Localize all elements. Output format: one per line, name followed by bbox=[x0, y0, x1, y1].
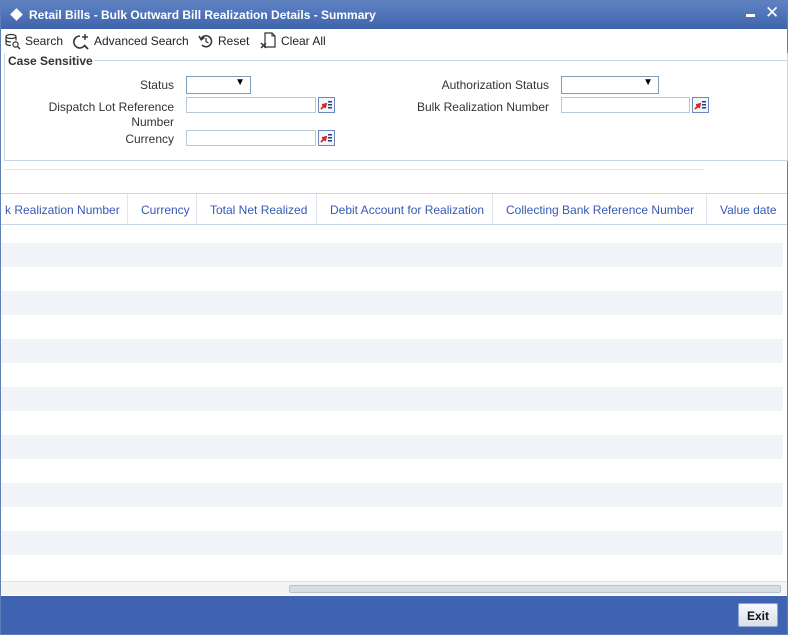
reset-button[interactable]: Reset bbox=[198, 32, 249, 50]
column-total-net-realized[interactable]: Total Net Realized bbox=[210, 203, 307, 217]
search-button[interactable]: Search bbox=[4, 32, 63, 50]
scrollbar-thumb[interactable] bbox=[289, 585, 781, 593]
diamond-icon bbox=[10, 8, 23, 21]
search-database-icon bbox=[5, 33, 21, 49]
legend-divider bbox=[95, 60, 788, 61]
table-row[interactable] bbox=[1, 435, 783, 459]
column-collecting-bank-reference[interactable]: Collecting Bank Reference Number bbox=[506, 203, 694, 217]
authorization-status-select[interactable]: ▼ bbox=[561, 76, 659, 94]
table-row[interactable] bbox=[1, 531, 783, 555]
advanced-search-button[interactable]: Advanced Search bbox=[72, 32, 189, 50]
table-row[interactable] bbox=[1, 387, 783, 411]
chevron-down-icon: ▼ bbox=[235, 77, 245, 88]
column-divider bbox=[706, 194, 707, 224]
case-sensitive-legend: Case Sensitive bbox=[8, 54, 93, 68]
title-bar: Retail Bills - Bulk Outward Bill Realiza… bbox=[1, 1, 787, 29]
table-row[interactable] bbox=[1, 243, 783, 267]
reset-icon bbox=[198, 35, 213, 48]
list-of-values-icon bbox=[694, 101, 706, 110]
dispatch-lov-button[interactable] bbox=[318, 97, 335, 113]
advanced-search-label: Advanced Search bbox=[94, 34, 189, 48]
column-divider bbox=[316, 194, 317, 224]
results-grid: k Realization Number Currency Total Net … bbox=[1, 193, 787, 583]
table-row[interactable] bbox=[1, 507, 783, 531]
window-title: Retail Bills - Bulk Outward Bill Realiza… bbox=[29, 8, 376, 22]
table-row[interactable] bbox=[1, 315, 783, 339]
authorization-status-label: Authorization Status bbox=[441, 78, 549, 92]
column-divider bbox=[196, 194, 197, 224]
list-of-values-icon bbox=[320, 101, 332, 110]
toolbar: Search Advanced Search Reset Clear All bbox=[1, 29, 787, 51]
column-divider bbox=[492, 194, 493, 224]
footer-bar: Exit bbox=[1, 596, 787, 634]
bulk-realization-number-input[interactable] bbox=[561, 97, 690, 113]
dispatch-label-line2: Number bbox=[131, 115, 174, 129]
grid-header: k Realization Number Currency Total Net … bbox=[1, 193, 787, 225]
table-row[interactable] bbox=[1, 339, 783, 363]
table-row[interactable] bbox=[1, 267, 783, 291]
search-label: Search bbox=[25, 34, 64, 48]
minimize-icon[interactable] bbox=[746, 14, 755, 17]
table-row[interactable] bbox=[1, 459, 783, 483]
clear-all-button[interactable]: Clear All bbox=[260, 32, 326, 50]
chevron-down-icon: ▼ bbox=[643, 77, 653, 88]
currency-label: Currency bbox=[125, 132, 174, 146]
dispatch-lot-reference-input[interactable] bbox=[186, 97, 316, 113]
status-select[interactable]: ▼ bbox=[186, 76, 251, 94]
search-criteria-panel: Case Sensitive Status ▼ Dispatch Lot Ref… bbox=[4, 53, 788, 161]
status-label: Status bbox=[139, 78, 174, 92]
horizontal-scrollbar[interactable] bbox=[1, 581, 787, 595]
list-of-values-icon bbox=[320, 134, 332, 143]
table-row[interactable] bbox=[1, 291, 783, 315]
column-bulk-realization-number[interactable]: k Realization Number bbox=[5, 203, 120, 217]
column-value-date[interactable]: Value date bbox=[720, 203, 777, 217]
currency-lov-button[interactable] bbox=[318, 130, 335, 146]
table-row[interactable] bbox=[1, 483, 783, 507]
currency-input[interactable] bbox=[186, 130, 316, 146]
bulk-realization-number-label: Bulk Realization Number bbox=[416, 100, 549, 114]
clear-all-icon bbox=[260, 32, 276, 49]
exit-button[interactable]: Exit bbox=[738, 603, 778, 627]
column-divider bbox=[127, 194, 128, 224]
dispatch-label-line1: Dispatch Lot Reference bbox=[48, 100, 174, 114]
summary-window: Retail Bills - Bulk Outward Bill Realiza… bbox=[0, 0, 788, 635]
reset-label: Reset bbox=[218, 34, 250, 48]
column-currency[interactable]: Currency bbox=[141, 203, 190, 217]
table-row[interactable] bbox=[1, 411, 783, 435]
table-row[interactable] bbox=[1, 555, 783, 579]
close-icon[interactable]: ✕ bbox=[765, 4, 779, 22]
bulk-realization-lov-button[interactable] bbox=[692, 97, 709, 113]
column-debit-account[interactable]: Debit Account for Realization bbox=[330, 203, 484, 217]
clear-all-label: Clear All bbox=[281, 34, 326, 48]
table-row[interactable] bbox=[1, 363, 783, 387]
section-divider bbox=[4, 169, 704, 170]
advanced-search-icon bbox=[73, 33, 89, 50]
